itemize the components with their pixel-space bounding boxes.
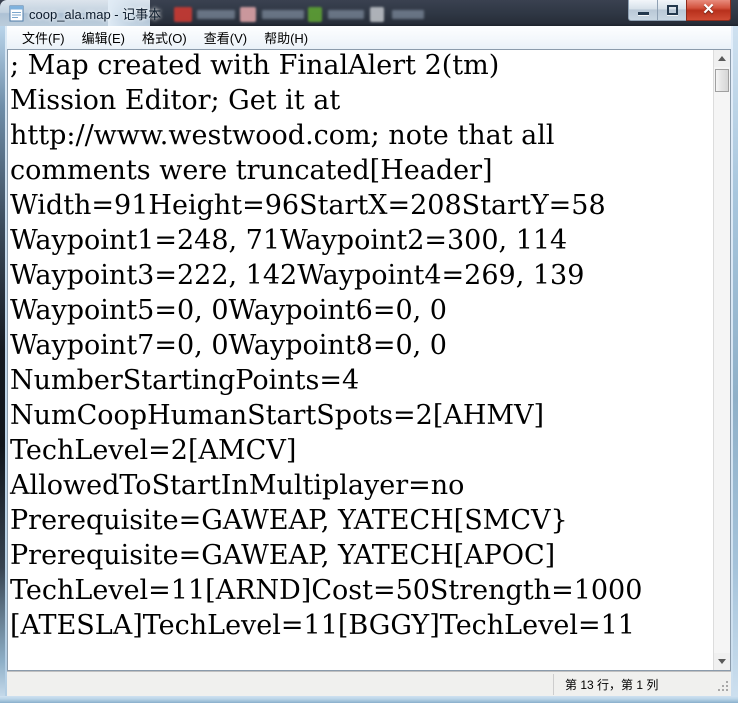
- text-line: Waypoint1=248, 71Waypoint2=300, 114: [10, 225, 568, 256]
- text-line: AllowedToStartInMultiplayer=no: [10, 470, 465, 501]
- status-bar-separator: [553, 674, 554, 695]
- text-line: Waypoint3=222, 142Waypoint4=269, 139: [10, 260, 585, 291]
- window-border-bottom[interactable]: [0, 696, 738, 703]
- text-line: TechLevel=11[ARND]Cost=50Strength=1000: [10, 575, 643, 606]
- text-line: ; Map created with FinalAlert 2(tm): [10, 50, 500, 81]
- grip-dot: [726, 681, 728, 683]
- close-icon: ✕: [702, 1, 715, 18]
- text-line: NumCoopHumanStartSpots=2[AHMV]: [10, 400, 545, 431]
- grip-dot: [726, 685, 728, 687]
- text-edit-region[interactable]: ; Map created with FinalAlert 2(tm) Missi…: [7, 49, 731, 671]
- notepad-window: coop_ala.map - 记事本 ✕ 文件(F) 编辑(E) 格式(O) 查…: [0, 0, 738, 703]
- client-area: 文件(F) 编辑(E) 格式(O) 查看(V) 帮助(H) ; Map crea…: [7, 26, 731, 696]
- triangle-up-icon: [718, 56, 726, 61]
- window-title: coop_ala.map - 记事本: [29, 7, 162, 22]
- text-line: http://www.westwood.com; note that all: [10, 120, 555, 151]
- triangle-down-icon: [718, 659, 726, 664]
- text-line: Waypoint7=0, 0Waypoint8=0, 0: [10, 330, 447, 361]
- status-bar: 第 13 行，第 1 列: [7, 671, 731, 696]
- text-line: Prerequisite=GAWEAP, YATECH[APOC]: [10, 540, 556, 571]
- text-line: Mission Editor; Get it at: [10, 85, 341, 116]
- text-line: TechLevel=2[AMCV]: [10, 435, 297, 466]
- text-line: [ATESLA]TechLevel=11[BGGY]TechLevel=11: [10, 610, 635, 641]
- scroll-up-arrow-icon[interactable]: [714, 50, 730, 67]
- minimize-button[interactable]: [628, 0, 657, 21]
- grip-dot: [718, 689, 720, 691]
- cursor-position-status: 第 13 行，第 1 列: [565, 678, 659, 692]
- vertical-scrollbar[interactable]: [713, 50, 730, 670]
- resize-grip[interactable]: [716, 681, 729, 694]
- scroll-down-arrow-icon[interactable]: [714, 653, 730, 670]
- text-line: Prerequisite=GAWEAP, YATECH[SMCV}: [10, 505, 568, 536]
- grip-dot: [722, 685, 724, 687]
- maximize-icon: [666, 5, 678, 15]
- window-controls: ✕: [628, 0, 731, 22]
- close-button[interactable]: ✕: [686, 0, 731, 21]
- maximize-button[interactable]: [657, 0, 686, 21]
- text-area[interactable]: ; Map created with FinalAlert 2(tm) Missi…: [8, 46, 706, 664]
- scrollbar-track[interactable]: [714, 67, 730, 653]
- notepad-icon: [9, 5, 24, 22]
- minimize-icon: [637, 11, 649, 15]
- title-bar[interactable]: coop_ala.map - 记事本 ✕: [0, 0, 738, 26]
- text-line: Width=91Height=96StartX=208StartY=58: [10, 190, 606, 221]
- grip-dot: [722, 689, 724, 691]
- window-border-right-inner: [731, 26, 733, 703]
- text-line: comments were truncated[Header]: [10, 155, 493, 186]
- grip-dot: [726, 689, 728, 691]
- text-line: NumberStartingPoints=4: [10, 365, 360, 396]
- text-line: Waypoint5=0, 0Waypoint6=0, 0: [10, 295, 447, 326]
- scrollbar-thumb[interactable]: [715, 69, 729, 92]
